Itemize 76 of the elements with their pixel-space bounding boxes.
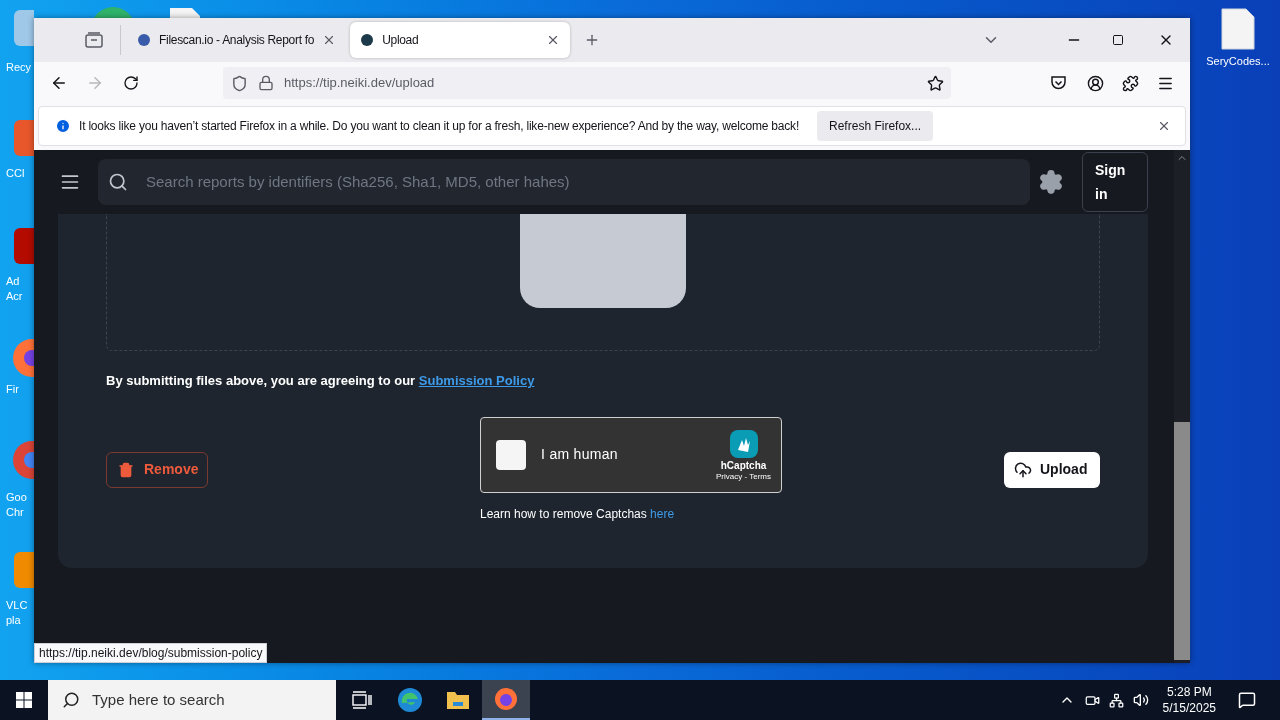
desktop-icon-label[interactable]: Goo bbox=[6, 490, 27, 505]
refresh-firefox-button[interactable]: Refresh Firefox... bbox=[817, 111, 934, 141]
search-icon bbox=[108, 172, 128, 192]
info-icon bbox=[55, 118, 71, 134]
policy-text: By submitting files above, you are agreeing to our Submission Policy bbox=[106, 372, 536, 390]
cloud-upload-icon bbox=[1014, 460, 1032, 479]
clock[interactable]: 5:28 PM 5/15/2025 bbox=[1162, 684, 1216, 716]
desktop-icon-label[interactable]: Chr bbox=[6, 505, 27, 520]
file-preview-icon bbox=[520, 214, 686, 308]
captcha-help-link[interactable]: here bbox=[650, 506, 675, 521]
lock-icon bbox=[258, 75, 274, 91]
desktop-icon-label[interactable]: Fir bbox=[6, 382, 19, 397]
status-link-tooltip: https://tip.neiki.dev/blog/submission-policy bbox=[34, 643, 268, 663]
extensions-icon[interactable] bbox=[1122, 74, 1139, 92]
captcha-help-text: Learn how to remove Captchas here bbox=[480, 505, 676, 523]
app-icon bbox=[12, 226, 34, 266]
captcha-brand: hCaptcha bbox=[720, 459, 767, 472]
scrollbar-thumb[interactable] bbox=[1174, 422, 1190, 660]
task-view-icon bbox=[352, 691, 372, 709]
edge-logo-icon bbox=[397, 687, 423, 713]
scrollbar[interactable] bbox=[1174, 150, 1190, 663]
desktop-icon-label[interactable]: SeryCodes... bbox=[1206, 54, 1270, 68]
address-bar[interactable]: https://tip.neiki.dev/upload bbox=[223, 67, 951, 99]
sign-in-button[interactable]: Sign in bbox=[1082, 152, 1148, 212]
app-icon bbox=[12, 118, 34, 158]
shield-icon bbox=[231, 74, 248, 92]
browser-tab[interactable]: Filescan.io - Analysis Report fo bbox=[127, 22, 347, 58]
remove-button[interactable]: Remove bbox=[106, 451, 208, 488]
captcha-links[interactable]: Privacy - Terms bbox=[716, 471, 771, 482]
volume-icon[interactable] bbox=[1132, 692, 1149, 708]
captcha-checkbox[interactable] bbox=[496, 439, 526, 470]
captcha-label: I am human bbox=[541, 445, 618, 464]
bookmark-star-icon[interactable] bbox=[927, 74, 944, 92]
clock-date: 5/15/2025 bbox=[1162, 700, 1216, 716]
network-icon[interactable] bbox=[1108, 692, 1124, 708]
desktop-icon-label[interactable]: pla bbox=[6, 613, 28, 628]
windows-logo-icon bbox=[16, 692, 32, 708]
search-field[interactable]: Search reports by identifiers (Sha256, Sha1, MD5, other hahes) bbox=[98, 159, 1030, 205]
search-icon bbox=[62, 691, 80, 709]
reload-icon[interactable] bbox=[123, 75, 139, 91]
tab-favicon-icon bbox=[360, 33, 375, 47]
hcaptcha-logo-icon bbox=[727, 427, 760, 460]
tab-favicon-icon bbox=[137, 33, 151, 47]
pocket-icon[interactable] bbox=[1050, 75, 1067, 91]
url-text: https://tip.neiki.dev/upload bbox=[284, 74, 435, 93]
folder-icon bbox=[446, 690, 470, 710]
submission-policy-link[interactable]: Submission Policy bbox=[418, 373, 535, 388]
app-icon bbox=[12, 550, 34, 590]
menu-icon[interactable] bbox=[60, 172, 80, 192]
back-icon[interactable] bbox=[50, 74, 68, 92]
drop-zone[interactable] bbox=[106, 214, 1100, 351]
recycle-bin-icon bbox=[12, 8, 34, 48]
desktop-icon-label[interactable]: Acr bbox=[6, 289, 23, 304]
firefox-logo-icon bbox=[494, 687, 518, 711]
tab-title: Upload bbox=[382, 32, 420, 49]
maximize-icon[interactable] bbox=[1112, 34, 1124, 46]
desktop-icon-label[interactable]: Recy bbox=[6, 60, 32, 75]
settings-icon[interactable] bbox=[1038, 169, 1064, 195]
search-input[interactable]: Search reports by identifiers (Sha256, Sha1, MD5, other hahes) bbox=[146, 170, 1030, 194]
folder-icon bbox=[85, 32, 103, 48]
tab-title: Filescan.io - Analysis Report fo bbox=[159, 32, 315, 49]
desktop-icon-label[interactable]: VLC bbox=[6, 598, 28, 613]
upload-button[interactable]: Upload bbox=[1004, 451, 1100, 488]
desktop-icon-label[interactable]: CCl bbox=[6, 166, 25, 181]
taskbar-search-field[interactable]: Type here to search bbox=[48, 680, 336, 720]
close-icon[interactable] bbox=[1157, 119, 1171, 133]
taskbar-app-button[interactable] bbox=[482, 680, 530, 720]
notifications-icon[interactable] bbox=[1238, 691, 1256, 709]
account-icon[interactable] bbox=[1087, 74, 1104, 92]
desktop-icon-label[interactable]: Ad bbox=[6, 274, 23, 289]
file-icon bbox=[1221, 8, 1255, 50]
trash-icon bbox=[118, 461, 134, 478]
clock-time: 5:28 PM bbox=[1166, 684, 1212, 700]
browser-tab[interactable]: Upload bbox=[350, 22, 571, 58]
notification-message: It looks like you haven’t started Firefox in a while. Do you want to clean it up for a fresh, like-new experience? And by the way, welcome back! bbox=[79, 118, 800, 135]
taskbar-search-input[interactable]: Type here to search bbox=[92, 688, 336, 712]
